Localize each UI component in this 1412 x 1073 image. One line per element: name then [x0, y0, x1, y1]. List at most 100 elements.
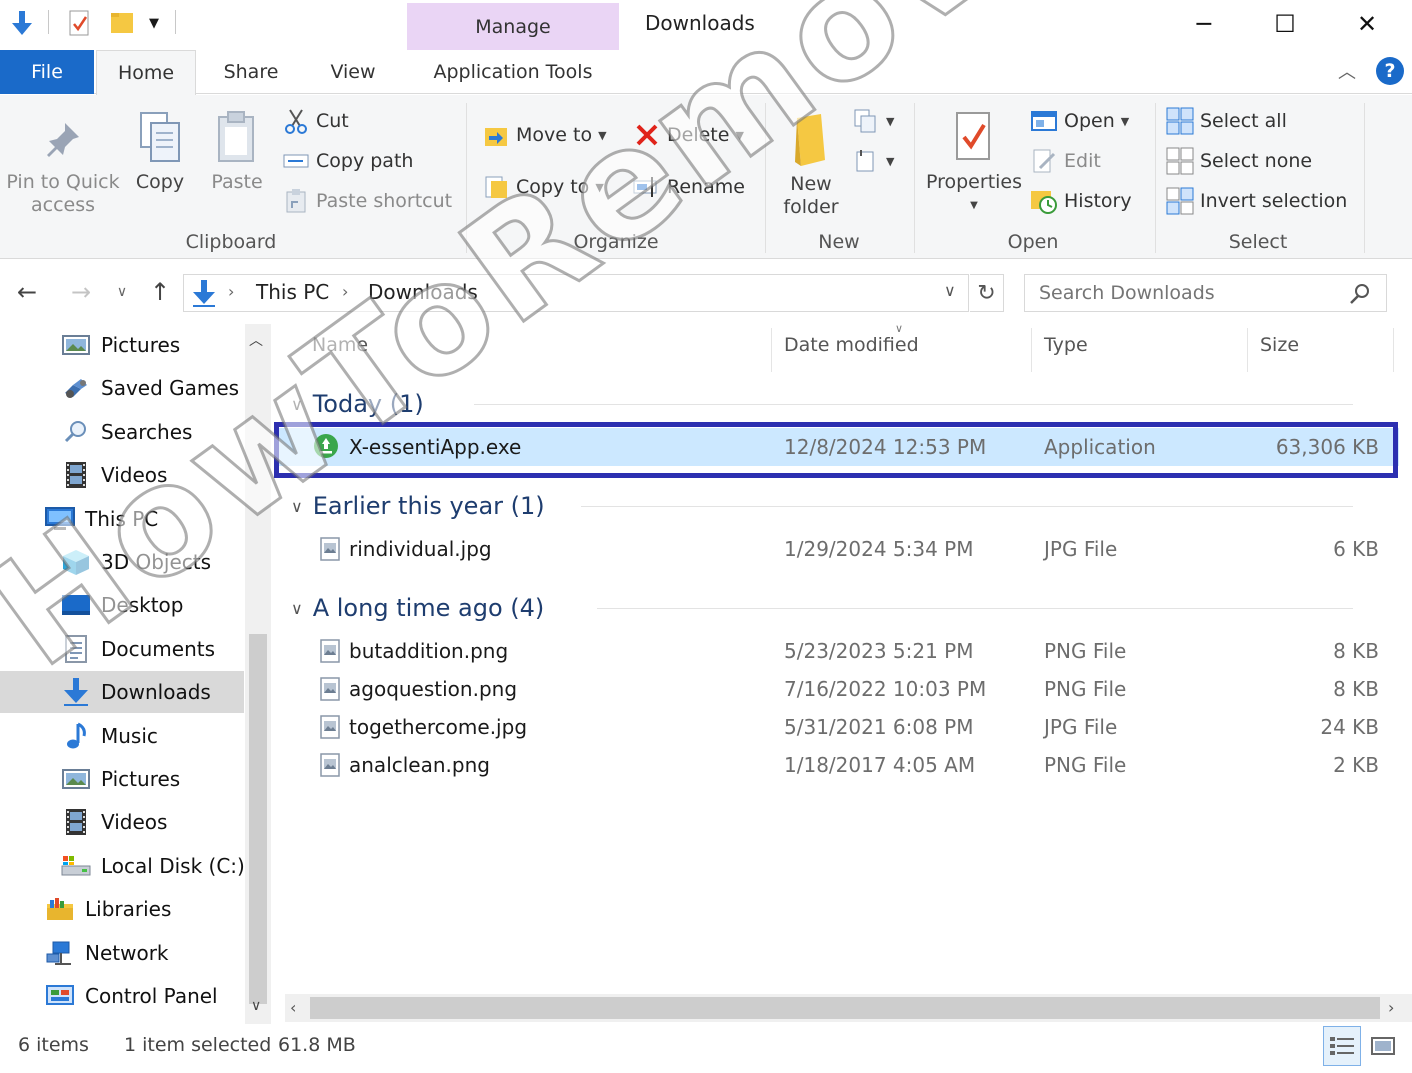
file-row[interactable]: analclean.png 1/18/2017 4:05 AM PNG File 2 … [279, 746, 1399, 784]
pin-to-quick-access-button[interactable]: Pin to Quick access [4, 113, 122, 217]
copy-to-button[interactable]: Copy to ▼ [482, 171, 604, 203]
refresh-icon[interactable]: ↻ [970, 274, 1004, 312]
column-separator[interactable] [771, 328, 772, 372]
file-size: 24 KB [1320, 715, 1379, 739]
up-arrow-icon[interactable]: ↑ [143, 274, 177, 310]
tab-home[interactable]: Home [96, 50, 196, 95]
properties-button[interactable]: Properties ▼ [922, 105, 1026, 217]
file-row[interactable]: togethercome.jpg 5/31/2021 6:08 PM JPG Fil… [279, 708, 1399, 746]
edit-button[interactable]: Edit [1030, 145, 1101, 177]
sidebar-item-label: Searches [101, 419, 193, 444]
breadcrumb-this-pc[interactable]: This PC [256, 280, 329, 304]
column-header-name[interactable]: Name [312, 334, 368, 356]
paste-clipboard-icon [213, 105, 261, 169]
delete-button[interactable]: Delete ▼ [633, 119, 744, 151]
history-button[interactable]: History [1030, 185, 1132, 217]
minimize-button[interactable]: ─ [1174, 4, 1234, 44]
sidebar-item-saved-games[interactable]: Saved Games [0, 367, 244, 409]
column-header-size[interactable]: Size [1260, 334, 1299, 356]
address-row: ← → ∨ ↑ › This PC › Downloads ∨ ↻ [0, 262, 1412, 322]
scroll-right-arrow-icon[interactable]: › [1388, 998, 1394, 1017]
sidebar-item-control-panel[interactable]: Control Panel [0, 975, 244, 1017]
tab-file[interactable]: File [0, 50, 94, 94]
paste-shortcut-button[interactable]: Paste shortcut [282, 185, 452, 217]
scroll-left-arrow-icon[interactable]: ‹ [290, 998, 296, 1017]
close-button[interactable]: ✕ [1337, 4, 1397, 44]
scroll-up-arrow-icon[interactable]: ︿ [249, 330, 263, 350]
sidebar-item-videos[interactable]: Videos [0, 454, 244, 496]
column-header-type[interactable]: Type [1044, 334, 1088, 356]
new-folder-button[interactable]: New folder [776, 109, 846, 219]
sidebar-item-searches[interactable]: Searches [0, 411, 244, 453]
manage-context-tab[interactable]: Manage [407, 3, 619, 50]
maximize-button[interactable]: ☐ [1255, 4, 1315, 44]
edit-label: Edit [1064, 150, 1101, 172]
group-collapse-chevron-icon[interactable]: ∨ [291, 599, 303, 618]
cut-button[interactable]: Cut [282, 105, 349, 137]
sidebar-item-videos[interactable]: Videos [0, 801, 244, 843]
address-history-chevron-icon[interactable]: ∨ [944, 281, 956, 300]
group-collapse-chevron-icon[interactable]: ∨ [291, 497, 303, 516]
file-row[interactable]: agoquestion.png 7/16/2022 10:03 PM PNG Fil… [279, 670, 1399, 708]
saved-games-icon [60, 374, 92, 402]
sidebar-item-pictures[interactable]: Pictures [0, 324, 244, 366]
select-all-button[interactable]: Select all [1166, 105, 1287, 137]
group-header[interactable]: ∨ Today (1) [291, 386, 424, 422]
paste-button[interactable]: Paste [204, 105, 270, 194]
column-header-date-modified[interactable]: Date modified [784, 334, 919, 356]
tab-share[interactable]: Share [205, 50, 297, 94]
sidebar-item-documents[interactable]: Documents [0, 628, 244, 670]
invert-selection-icon [1166, 187, 1194, 215]
file-row[interactable]: rindividual.jpg 1/29/2024 5:34 PM JPG File… [279, 530, 1399, 568]
copy-to-dropdown-icon: ▼ [595, 180, 604, 194]
3d-objects-icon [60, 548, 92, 576]
search-input[interactable] [1024, 274, 1387, 312]
tab-application-tools[interactable]: Application Tools [408, 50, 618, 94]
search-icon[interactable] [1348, 282, 1372, 310]
file-type: PNG File [1044, 677, 1127, 701]
open-button[interactable]: Open ▼ [1030, 105, 1129, 137]
new-item-button[interactable]: ▼ [852, 105, 894, 137]
back-arrow-icon[interactable]: ← [10, 274, 44, 310]
invert-selection-button[interactable]: Invert selection [1166, 185, 1347, 217]
column-separator[interactable] [1393, 328, 1394, 372]
forward-arrow-icon[interactable]: → [64, 274, 98, 310]
sidebar-item-libraries[interactable]: Libraries [0, 888, 244, 930]
details-view-icon[interactable] [1323, 1026, 1361, 1066]
breadcrumb-downloads[interactable]: Downloads [368, 280, 478, 304]
sidebar-item-local-disk-c[interactable]: Local Disk (C:) [0, 845, 245, 887]
select-none-button[interactable]: Select none [1166, 145, 1312, 177]
navigation-scrollbar-thumb[interactable] [249, 634, 267, 1004]
sidebar-item-music[interactable]: Music [0, 715, 244, 757]
move-to-button[interactable]: Move to ▼ [482, 119, 607, 151]
sidebar-item-this-pc[interactable]: This PC [0, 498, 244, 540]
sidebar-item-downloads[interactable]: Downloads [0, 671, 244, 714]
sidebar-item-3d-objects[interactable]: 3D Objects [0, 541, 244, 583]
column-separator[interactable] [1031, 328, 1032, 372]
rename-button[interactable]: Rename [633, 171, 745, 203]
file-row[interactable]: butaddition.png 5/23/2023 5:21 PM PNG File… [279, 632, 1399, 670]
column-separator[interactable] [1247, 328, 1248, 372]
collapse-ribbon-chevron-icon[interactable]: ︿ [1338, 58, 1356, 84]
recent-locations-chevron-icon[interactable]: ∨ [108, 274, 136, 310]
large-icons-view-icon[interactable] [1364, 1026, 1402, 1066]
copy-path-button[interactable]: Copy path [282, 145, 413, 177]
scroll-down-arrow-icon[interactable]: ∨ [251, 998, 261, 1014]
horizontal-scrollbar-thumb[interactable] [310, 997, 1380, 1019]
help-button[interactable]: ? [1376, 57, 1404, 85]
customize-quick-access-dropdown-icon[interactable]: ▼ [142, 8, 166, 38]
group-header[interactable]: ∨ Earlier this year (1) [291, 488, 545, 524]
group-collapse-chevron-icon[interactable]: ∨ [291, 395, 303, 414]
properties-check-icon[interactable] [64, 8, 96, 38]
group-header[interactable]: ∨ A long time ago (4) [291, 590, 544, 626]
sidebar-item-pictures[interactable]: Pictures [0, 758, 244, 800]
sidebar-item-desktop[interactable]: Desktop [0, 584, 244, 626]
quick-access-down-arrow-icon[interactable] [6, 8, 38, 38]
sidebar-item-network[interactable]: Network [0, 932, 244, 974]
tab-view[interactable]: View [305, 50, 401, 94]
copy-button[interactable]: Copy [128, 105, 192, 194]
ribbon-group-separator [466, 103, 467, 253]
new-folder-quick-icon[interactable] [106, 8, 138, 38]
easy-access-button[interactable]: ▼ [852, 145, 894, 177]
address-bar[interactable]: › This PC › Downloads ∨ [183, 274, 969, 312]
